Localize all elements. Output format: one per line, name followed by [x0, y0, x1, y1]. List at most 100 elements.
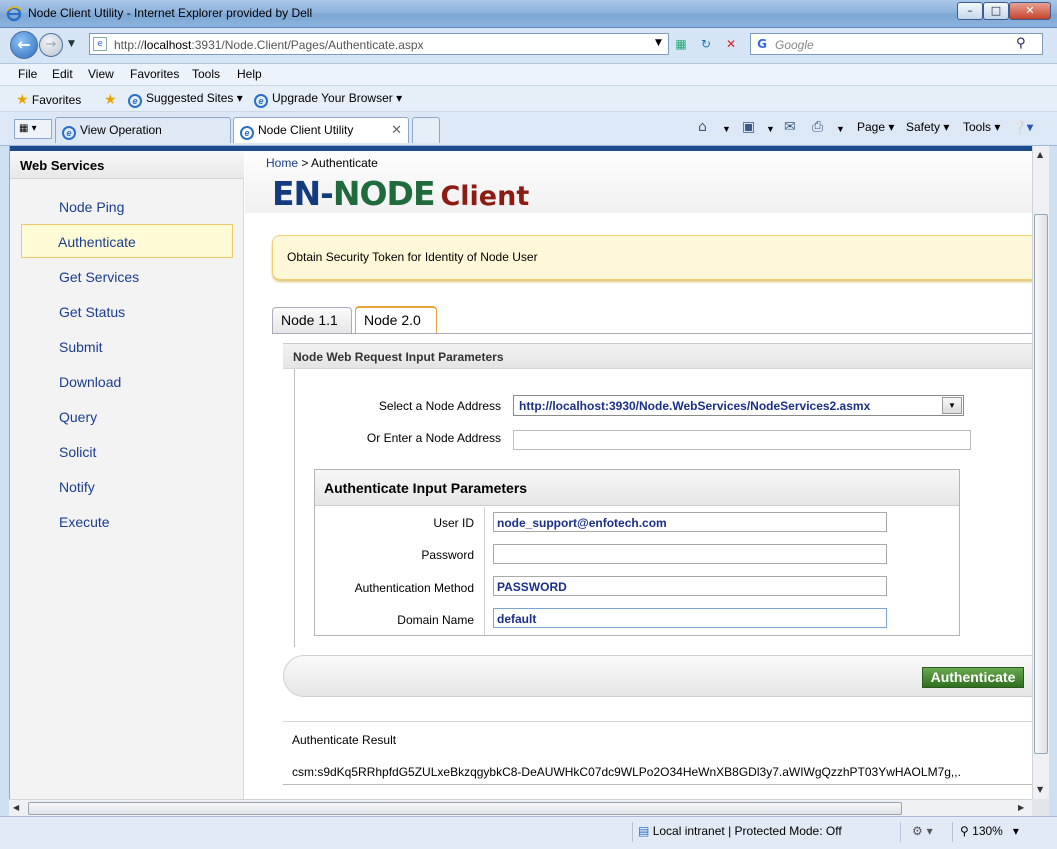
breadcrumb-current: Authenticate: [311, 156, 378, 170]
safety-menu[interactable]: Safety ▾: [906, 120, 949, 134]
page-icon: e: [93, 37, 107, 51]
maximize-button[interactable]: □: [983, 2, 1009, 20]
search-placeholder[interactable]: Google: [775, 38, 814, 52]
sidebar-item-get-status[interactable]: Get Status: [59, 304, 125, 320]
breadcrumb: Home > Authenticate: [266, 156, 378, 170]
quick-tabs-icon: ▦: [19, 123, 29, 134]
stop-icon[interactable]: ✕: [722, 35, 740, 53]
favorites-button[interactable]: ★ Favorites: [16, 91, 81, 108]
menu-tools[interactable]: Tools: [192, 67, 220, 81]
domain-name-field[interactable]: default: [493, 608, 887, 628]
authentication-method-label: Authentication Method: [354, 581, 474, 595]
sidebar-item-submit[interactable]: Submit: [59, 339, 103, 355]
logo-dash: -: [320, 174, 334, 213]
help-icon[interactable]: ❔▾: [1012, 120, 1033, 134]
print-icon[interactable]: ⎙: [812, 119, 823, 135]
zoom-icon: ⚲: [960, 824, 969, 838]
browser-tab-label: View Operation: [80, 123, 162, 137]
tab-node-2-0[interactable]: Node 2.0: [355, 306, 437, 334]
feeds-icon[interactable]: ▣: [742, 119, 755, 135]
home-icon[interactable]: ⌂: [698, 119, 707, 135]
authentication-method-field[interactable]: PASSWORD: [493, 576, 887, 596]
chevron-down-icon[interactable]: ▼: [942, 397, 962, 414]
menu-file[interactable]: File: [18, 67, 37, 81]
browser-tab-node-client-utility[interactable]: e Node Client Utility ✕: [233, 117, 409, 143]
home-dropdown-icon[interactable]: ▼: [722, 124, 731, 134]
suggested-sites-link[interactable]: e Suggested Sites ▾: [128, 91, 243, 108]
sidebar-item-solicit[interactable]: Solicit: [59, 444, 96, 460]
upgrade-browser-label: Upgrade Your Browser: [272, 91, 393, 105]
status-separator: [900, 822, 901, 842]
search-icon[interactable]: ⚲: [1016, 36, 1026, 51]
menu-view[interactable]: View: [88, 67, 114, 81]
page-menu[interactable]: Page ▾: [857, 120, 894, 134]
sidebar-item-query[interactable]: Query: [59, 409, 97, 425]
feeds-dropdown-icon[interactable]: ▼: [766, 124, 775, 134]
sidebar-item-download[interactable]: Download: [59, 374, 121, 390]
sidebar-item-node-ping[interactable]: Node Ping: [59, 199, 124, 215]
authenticate-button[interactable]: Authenticate: [922, 667, 1024, 688]
menu-help[interactable]: Help: [237, 67, 262, 81]
google-icon: G: [754, 36, 770, 52]
main-content: Home > Authenticate EN-NODE Client Obtain…: [245, 151, 1032, 799]
ie-page-icon: e: [254, 94, 268, 108]
banner-text: Obtain Security Token for Identity of No…: [287, 250, 538, 264]
scrollbar-corner: [1032, 799, 1049, 816]
sidebar-item-get-services[interactable]: Get Services: [59, 269, 139, 285]
back-button[interactable]: ←: [10, 31, 38, 59]
status-separator: [952, 822, 953, 842]
horizontal-scrollbar[interactable]: ◀ ▶: [9, 799, 1032, 816]
navigation-bar: ← → ▼ e http://localhost:3931/Node.Clien…: [0, 28, 1057, 64]
password-field[interactable]: [493, 544, 887, 564]
recent-pages-dropdown-icon[interactable]: ▼: [68, 39, 75, 49]
compatibility-view-icon[interactable]: ▦: [672, 35, 690, 53]
forward-button[interactable]: →: [39, 33, 63, 57]
security-zone-status[interactable]: ▤ Local intranet | Protected Mode: Off: [638, 824, 842, 838]
close-window-button[interactable]: ✕: [1009, 2, 1051, 20]
close-tab-icon[interactable]: ✕: [391, 122, 402, 138]
quick-tabs-button[interactable]: ▦ ▾: [14, 119, 52, 139]
search-box[interactable]: G Google ⚲: [750, 33, 1043, 55]
vertical-scroll-thumb[interactable]: [1034, 214, 1048, 754]
user-id-field[interactable]: node_support@enfotech.com: [493, 512, 887, 532]
address-url[interactable]: http://localhost:3931/Node.Client/Pages/…: [114, 38, 424, 52]
page-menu-label: Page: [857, 120, 886, 134]
result-token: csm:s9dKq5RRhpfdG5ZULxeBkzqgybkC8-DeAUWH…: [292, 765, 961, 779]
scroll-left-icon[interactable]: ◀: [13, 803, 19, 812]
mail-icon[interactable]: ✉: [784, 119, 796, 135]
safety-menu-label: Safety: [906, 120, 941, 134]
menu-edit[interactable]: Edit: [52, 67, 73, 81]
sidebar-item-authenticate[interactable]: Authenticate: [58, 234, 136, 250]
node-address-input[interactable]: [513, 430, 971, 450]
breadcrumb-separator: >: [301, 156, 309, 170]
sidebar: Web Services Node Ping Authenticate Get …: [10, 151, 244, 799]
add-favorite-icon: ★: [104, 91, 117, 107]
zoom-level[interactable]: ⚲ 130% ▾: [960, 824, 1019, 838]
scroll-right-icon[interactable]: ▶: [1018, 803, 1024, 812]
print-dropdown-icon[interactable]: ▼: [836, 124, 845, 134]
node-address-select[interactable]: http://localhost:3930/Node.WebServices/N…: [513, 395, 964, 416]
upgrade-browser-link[interactable]: e Upgrade Your Browser ▾: [254, 91, 402, 108]
scroll-up-icon[interactable]: ▲: [1037, 150, 1043, 159]
refresh-icon[interactable]: ↻: [697, 35, 715, 53]
sidebar-item-notify[interactable]: Notify: [59, 479, 95, 495]
horizontal-scroll-thumb[interactable]: [28, 802, 902, 815]
vertical-scrollbar[interactable]: ▲ ▼: [1032, 146, 1049, 799]
scroll-down-icon[interactable]: ▼: [1037, 785, 1043, 794]
tools-menu[interactable]: Tools ▾: [963, 120, 1000, 134]
logo-client: Client: [440, 181, 530, 212]
browser-tab-view-operation[interactable]: e View Operation: [55, 117, 231, 143]
address-bar[interactable]: e http://localhost:3931/Node.Client/Page…: [89, 33, 669, 55]
sidebar-item-execute[interactable]: Execute: [59, 514, 110, 530]
add-favorite-button[interactable]: ★: [104, 91, 117, 108]
tab-node-1-1[interactable]: Node 1.1: [272, 307, 352, 333]
title-bar: Node Client Utility - Internet Explorer …: [0, 0, 1057, 28]
address-dropdown-icon[interactable]: ▼: [655, 38, 662, 48]
auth-column-divider: [484, 507, 485, 635]
minimize-button[interactable]: –: [957, 2, 983, 20]
new-tab-button[interactable]: [412, 117, 440, 143]
security-zone-label: Local intranet | Protected Mode: Off: [652, 824, 842, 838]
breadcrumb-home-link[interactable]: Home: [266, 156, 298, 170]
menu-favorites[interactable]: Favorites: [130, 67, 179, 81]
protected-mode-settings-icon[interactable]: ⚙ ▾: [912, 824, 933, 838]
